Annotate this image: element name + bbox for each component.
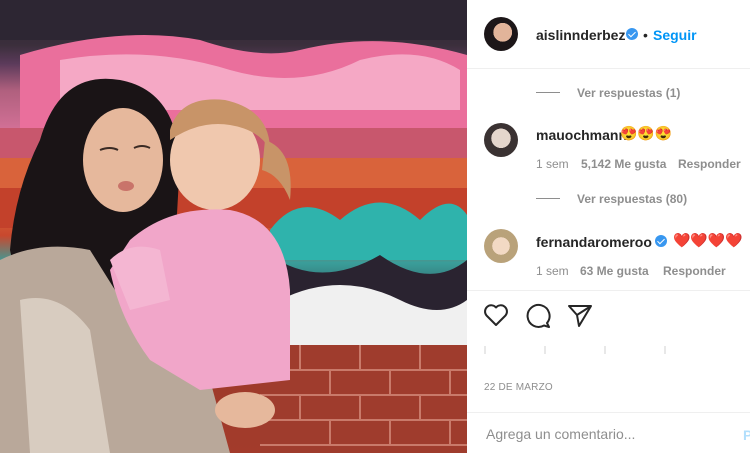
replies-line [536,198,560,199]
post-date[interactable]: 22 DE MARZO [484,382,553,393]
photo-illustration [0,0,467,453]
commenter-username[interactable]: fernandaromeroo [536,234,652,250]
reply-button[interactable]: Responder [663,264,726,278]
comment-text: ❤️❤️❤️❤️ [673,232,743,248]
verified-icon [655,235,667,247]
author-avatar[interactable] [484,17,518,51]
comment-icon[interactable] [525,303,551,334]
commenter-username[interactable]: mauochmann [536,127,627,143]
commenter-avatar[interactable] [484,123,518,157]
commenter-avatar[interactable] [484,229,518,263]
likes-summary-placeholder [484,346,684,354]
comment-time[interactable]: 1 sem [536,264,569,278]
view-replies-button[interactable]: Ver respuestas (1) [577,86,680,100]
add-comment-bar: P [467,412,750,454]
reply-button[interactable]: Responder [678,157,741,171]
separator-dot: • [643,27,648,43]
author-username[interactable]: aislinnderbez [536,27,625,43]
add-comment-input[interactable] [484,425,728,443]
comment-likes[interactable]: 63 Me gusta [580,264,649,278]
comment-text: 😍😍😍 [620,125,673,141]
comment-time[interactable]: 1 sem [536,157,569,171]
heart-icon[interactable] [483,303,509,332]
view-replies-button[interactable]: Ver respuestas (80) [577,192,687,206]
replies-line [536,92,560,93]
verified-icon [626,28,638,40]
publish-button[interactable]: P [743,427,750,443]
follow-button[interactable]: Seguir [653,27,697,43]
share-icon[interactable] [567,304,593,333]
post-actions-bar [467,290,750,341]
post-details-panel: aislinnderbez • Seguir Ver respuestas (1… [467,0,750,453]
post-header: aislinnderbez • Seguir [467,0,750,69]
post-photo[interactable] [0,0,467,453]
comment-likes[interactable]: 5,142 Me gusta [581,157,666,171]
